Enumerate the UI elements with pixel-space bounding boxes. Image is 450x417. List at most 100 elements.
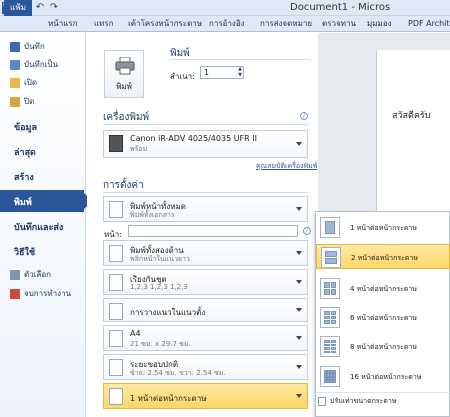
printer-device-icon <box>109 135 123 152</box>
one-page-icon <box>320 217 340 238</box>
scale-icon <box>318 396 326 406</box>
save-icon <box>10 41 20 52</box>
tab-pdf-architect[interactable]: PDF Archite <box>408 16 450 32</box>
tab-page-layout[interactable]: เค้าโครงหน้ากระดาษ <box>128 16 202 32</box>
eight-pages-icon <box>320 336 340 357</box>
menu-item-label: 16 หน้าต่อหน้ากระดาษ <box>350 373 422 381</box>
divider <box>170 59 310 60</box>
copies-spinner[interactable]: ▲ ▼ <box>236 66 244 79</box>
tab-insert[interactable]: แทรก <box>94 16 114 32</box>
sidebar-item-save-send[interactable]: บันทึกและส่ง <box>14 220 63 234</box>
orientation-label: การวางแนวในแนวตั้ง <box>130 308 206 317</box>
margins-icon <box>109 359 123 376</box>
paper-size-icon <box>109 330 123 347</box>
open-command[interactable]: เปิด <box>10 76 37 90</box>
collate-select[interactable]: เรียงกันชุด 1,2,3 1,2,3 1,2,3 <box>103 269 308 295</box>
printer-name: Canon iR-ADV 4025/4035 UFR II <box>130 134 257 143</box>
options-icon <box>10 269 20 280</box>
six-pages-icon <box>320 307 340 328</box>
sidebar-item-print-label: พิมพ์ <box>14 198 32 208</box>
pages-per-sheet-select[interactable]: 1 หน้าต่อหน้ากระดาษ <box>103 383 308 409</box>
close-folder-icon <box>10 96 20 107</box>
scale-to-paper-size-item[interactable]: ปรับเท่าขนาดกระดาษ <box>318 396 396 407</box>
undo-icon[interactable]: ↶ <box>34 2 46 14</box>
margins-select[interactable]: ระยะขอบปกติ ซ้าย: 2.54 ซม. ขวา: 2.54 ซม. <box>103 354 308 380</box>
sidebar-item-print[interactable]: พิมพ์ <box>0 190 93 212</box>
tab-references[interactable]: การอ้างอิง <box>209 16 245 32</box>
exit-icon <box>10 288 20 299</box>
printer-icon <box>115 57 135 75</box>
chevron-down-icon <box>296 365 302 369</box>
menu-item-label: 1 หน้าต่อหน้ากระดาษ <box>350 224 417 232</box>
four-pages-icon <box>320 278 340 299</box>
divider <box>103 124 308 125</box>
info-icon[interactable]: i <box>303 227 311 235</box>
pages-input[interactable] <box>128 225 298 237</box>
copies-label: สำเนา: <box>170 72 195 81</box>
save-as-command[interactable]: บันทึกเป็น <box>10 58 58 72</box>
save-label: บันทึก <box>24 42 45 51</box>
tab-review[interactable]: ตรวจทาน <box>322 16 356 32</box>
tab-mailings[interactable]: การส่งจดหมาย <box>260 16 312 32</box>
print-button[interactable]: พิมพ์ <box>104 50 144 98</box>
pages-per-sheet-label: 1 หน้าต่อหน้ากระดาษ <box>130 394 207 403</box>
chevron-down-icon <box>296 251 302 255</box>
exit-label: จบการทำงาน <box>24 289 72 298</box>
duplex-icon <box>109 245 123 262</box>
chevron-down-icon <box>296 336 302 340</box>
save-as-icon <box>10 59 20 70</box>
chevron-down-icon <box>296 142 302 146</box>
chevron-down-icon <box>296 394 302 398</box>
collate-sub: 1,2,3 1,2,3 1,2,3 <box>130 283 188 291</box>
menu-item-1-page[interactable]: 1 หน้าต่อหน้ากระดาษ <box>316 215 450 240</box>
print-range-sub: พิมพ์ทั้งเอกสาร <box>130 211 175 219</box>
sidebar-item-new[interactable]: สร้าง <box>14 170 34 184</box>
redo-icon[interactable]: ↷ <box>48 2 60 14</box>
menu-divider <box>316 392 450 393</box>
menu-item-8-pages[interactable]: 8 หน้าต่อหน้ากระดาษ <box>316 334 450 359</box>
save-command[interactable]: บันทึก <box>10 40 45 54</box>
info-icon[interactable]: i <box>300 112 308 120</box>
settings-header: การตั้งค่า <box>103 180 144 191</box>
preview-text: สวัสดีครับ <box>392 111 431 121</box>
chevron-down-icon <box>296 207 302 211</box>
menu-item-4-pages[interactable]: 4 หน้าต่อหน้ากระดาษ <box>316 276 450 301</box>
tab-file[interactable]: แฟ้ม <box>4 0 32 16</box>
tab-view[interactable]: มุมมอง <box>367 16 392 32</box>
menu-item-2-pages[interactable]: 2 หน้าต่อหน้ากระดาษ <box>316 244 450 269</box>
menu-item-label: 2 หน้าต่อหน้ากระดาษ <box>351 254 418 262</box>
print-button-label: พิมพ์ <box>116 82 132 91</box>
printer-properties-link[interactable]: คุณสมบัติเครื่องพิมพ์ <box>256 161 317 172</box>
pages-icon <box>109 201 123 218</box>
paper-size-label: A4 <box>130 329 141 338</box>
options-command[interactable]: ตัวเลือก <box>10 268 51 282</box>
margins-sub: ซ้าย: 2.54 ซม. ขวา: 2.54 ซม. <box>130 369 226 377</box>
menu-item-16-pages[interactable]: 16 หน้าต่อหน้ากระดาษ <box>316 364 450 389</box>
sixteen-pages-icon <box>320 366 340 387</box>
close-command[interactable]: ปิด <box>10 95 34 109</box>
printer-status: พร้อม <box>130 145 148 153</box>
scale-label: ปรับเท่าขนาดกระดาษ <box>330 397 397 405</box>
paper-size-select[interactable]: A4 21 ซม. x 29.7 ซม. <box>103 325 308 351</box>
chevron-down-icon <box>296 280 302 284</box>
sidebar-item-recent[interactable]: ล่าสุด <box>14 145 36 159</box>
printer-select[interactable]: Canon iR-ADV 4025/4035 UFR II พร้อม <box>103 130 308 158</box>
pages-per-sheet-icon <box>109 388 123 405</box>
menu-item-label: 4 หน้าต่อหน้ากระดาษ <box>350 285 417 293</box>
print-range-select[interactable]: พิมพ์หน้าทั้งหมด พิมพ์ทั้งเอกสาร <box>103 196 308 222</box>
tab-home[interactable]: หน้าแรก <box>48 16 78 32</box>
open-label: เปิด <box>24 78 38 87</box>
orientation-select[interactable]: การวางแนวในแนวตั้ง <box>103 298 308 322</box>
sidebar-item-info[interactable]: ข้อมูล <box>14 120 37 134</box>
portrait-icon <box>109 303 123 320</box>
sidebar-item-help[interactable]: วิธีใช้ <box>14 245 35 259</box>
menu-item-6-pages[interactable]: 6 หน้าต่อหน้ากระดาษ <box>316 305 450 330</box>
paper-size-sub: 21 ซม. x 29.7 ซม. <box>130 340 191 348</box>
options-label: ตัวเลือก <box>24 270 51 279</box>
duplex-select[interactable]: พิมพ์ทั้งสองด้าน พลิกหน้าในแนวยาว <box>103 240 308 266</box>
exit-command[interactable]: จบการทำงาน <box>10 287 71 301</box>
close-label: ปิด <box>24 97 35 106</box>
open-folder-icon <box>10 77 20 88</box>
menu-item-label: 8 หน้าต่อหน้ากระดาษ <box>350 343 417 351</box>
printer-header: เครื่องพิมพ์ <box>103 112 150 123</box>
